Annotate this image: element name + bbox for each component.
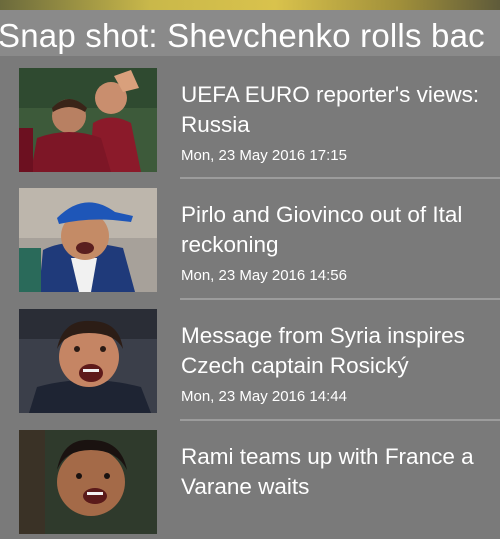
coach-shouting-photo [19,309,157,413]
players-celebrating-photo [19,68,157,172]
news-date: Mon, 23 May 2016 17:15 [181,147,347,164]
news-date: Mon, 23 May 2016 14:56 [181,267,347,284]
news-date: Mon, 23 May 2016 14:44 [181,388,347,405]
news-item[interactable]: Message from Syria inspires Czech captai… [0,298,500,418]
row-divider [180,298,500,300]
news-title: UEFA EURO reporter's views: Russia [181,82,480,137]
news-title: Rami teams up with France a Varane waits [181,444,474,499]
news-title: Pirlo and Giovinco out of Ital reckoning [181,202,463,257]
row-divider [180,177,500,179]
row-divider [180,419,500,421]
news-item[interactable]: UEFA EURO reporter's views: Russia Mon, … [0,56,500,176]
player-portrait-photo [19,430,157,534]
news-item[interactable]: Pirlo and Giovinco out of Ital reckoning… [0,177,500,297]
news-title: Message from Syria inspires Czech captai… [181,323,465,378]
snapshot-title: Snap shot: Shevchenko rolls bac [0,17,485,54]
coach-in-cap-photo [19,188,157,292]
news-item[interactable]: Rami teams up with France a Varane waits [0,419,500,539]
snapshot-banner[interactable]: Snap shot: Shevchenko rolls bac [0,10,500,56]
